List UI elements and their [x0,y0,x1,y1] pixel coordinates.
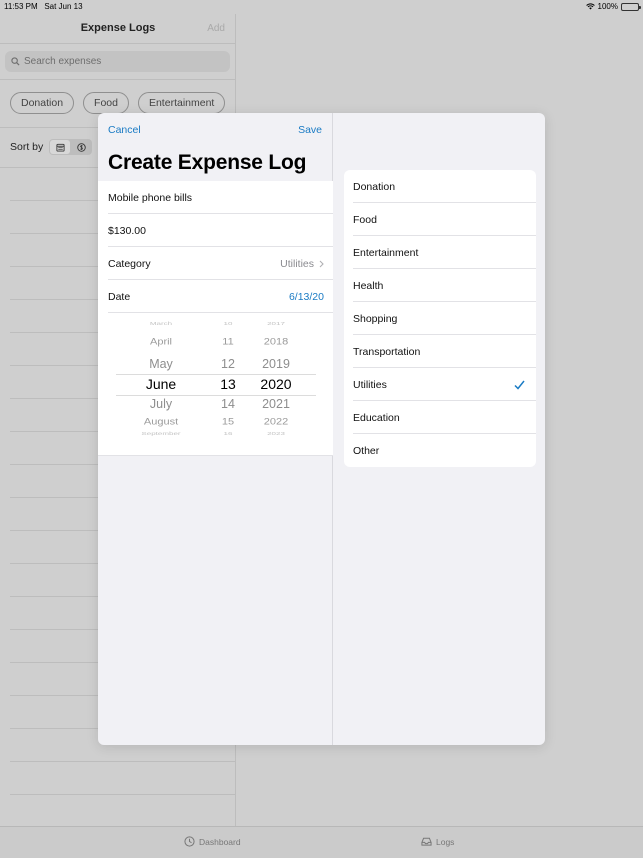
tray-icon [421,837,432,846]
status-time: 11:53 PM Sat Jun 13 [4,2,83,11]
picker-month-option[interactable]: September [116,431,206,436]
amount-field[interactable]: $130.00 [98,214,333,247]
picker-day-option[interactable]: 10 [208,321,248,326]
battery-percent: 100% [597,2,618,11]
sort-label: Sort by [10,141,44,153]
picker-day-option[interactable]: 13 [208,376,248,392]
chevron-right-icon [319,260,324,267]
expense-form-pane: Cancel Save Create Expense Log Mobile ph… [98,113,333,745]
picker-year-option[interactable]: 2018 [250,337,302,347]
search-placeholder: Search expenses [24,56,102,67]
category-option-entertainment[interactable]: Entertainment [344,236,536,269]
category-option-education[interactable]: Education [344,401,536,434]
category-list: Donation Food Entertainment Health Shopping T… [344,170,536,467]
picker-day-option[interactable]: 16 [208,431,248,436]
category-option-donation[interactable]: Donation [344,170,536,203]
save-button[interactable]: Save [298,124,322,136]
category-row[interactable]: Category Utilities [98,247,333,280]
category-option-label: Health [353,279,384,292]
category-option-shopping[interactable]: Shopping [344,302,536,335]
category-value-wrap: Utilities [280,258,324,270]
sort-by-date-segment[interactable] [50,140,71,154]
category-option-food[interactable]: Food [344,203,536,236]
picker-day-option[interactable]: 11 [208,337,248,347]
add-button[interactable]: Add [207,23,225,34]
sort-by-amount-segment[interactable] [71,140,91,154]
picker-month-option[interactable]: March [116,321,206,326]
picker-year-option[interactable]: 2020 [250,376,302,392]
name-field[interactable]: Mobile phone bills [98,181,333,214]
category-option-label: Shopping [353,312,398,325]
picker-day-option[interactable]: 12 [208,357,248,371]
sort-row: Sort by [10,139,93,155]
page-title: Create Expense Log [108,151,307,174]
category-option-label: Other [353,444,380,457]
create-expense-modal: Cancel Save Create Expense Log Mobile ph… [98,113,545,745]
picker-day-option[interactable]: 14 [208,397,248,411]
category-option-transportation[interactable]: Transportation [344,335,536,368]
category-option-label: Education [353,411,400,424]
status-bar: 11:53 PM Sat Jun 13 100% [0,0,643,14]
tab-dashboard-label: Dashboard [199,836,241,847]
date-value: 6/13/20 [288,290,324,303]
category-picker-pane: Donation Food Entertainment Health Shopping T… [334,113,545,745]
year-wheel[interactable]: 2017 2018 2019 2020 2021 2022 2023 [250,313,302,455]
battery-icon [621,2,641,11]
picker-month-option[interactable]: May [116,357,206,371]
clock-icon [184,836,195,847]
search-input[interactable]: Search expenses [5,51,230,72]
tab-logs[interactable]: Logs [421,836,454,847]
category-option-label: Utilities [353,378,387,391]
divider [0,79,236,80]
list-item[interactable] [10,795,236,828]
category-option-utilities[interactable]: Utilities [344,368,536,401]
picker-month-option[interactable]: April [116,337,206,347]
picker-day-option[interactable]: 15 [208,417,248,427]
category-option-label: Donation [353,180,396,193]
list-title: Expense Logs [80,22,156,34]
chip-donation[interactable]: Donation [10,92,75,114]
chip-entertainment[interactable]: Entertainment [137,92,226,114]
category-value: Utilities [280,257,314,270]
list-header: Expense Logs Add [0,14,235,44]
sort-segmented-control [49,139,93,155]
category-option-label: Food [353,213,377,226]
status-right: 100% [585,2,641,11]
day-wheel[interactable]: 10 11 12 13 14 15 16 [208,313,248,455]
chip-food[interactable]: Food [83,92,129,114]
date-picker[interactable]: March April May June July August September 10 1… [98,313,333,456]
category-label: Category [108,257,151,270]
category-chips: Donation Food Entertainment [10,92,226,114]
picker-month-option[interactable]: August [116,417,206,427]
tab-bar: Dashboard Logs [0,826,643,858]
picker-year-option[interactable]: 2019 [250,357,302,371]
category-option-other[interactable]: Other [344,434,536,467]
wifi-icon [585,3,595,10]
list-item[interactable] [10,762,236,795]
amount-value: $130.00 [108,224,146,237]
expense-form: Mobile phone bills $130.00 Category Util… [98,181,333,456]
category-option-label: Entertainment [353,246,419,259]
picker-month-option[interactable]: June [116,376,206,392]
picker-month-option[interactable]: July [116,397,206,411]
name-value: Mobile phone bills [108,191,193,204]
tab-logs-label: Logs [436,836,455,847]
date-label: Date [108,290,131,303]
dollar-icon [77,142,86,152]
picker-year-option[interactable]: 2022 [250,417,302,427]
search-icon [11,57,20,66]
tab-dashboard[interactable]: Dashboard [184,836,241,847]
picker-year-option[interactable]: 2023 [250,431,302,436]
picker-year-option[interactable]: 2017 [250,321,302,326]
category-option-label: Transportation [353,345,421,358]
date-row[interactable]: Date 6/13/20 [98,280,333,313]
month-wheel[interactable]: March April May June July August September [116,313,206,455]
cancel-button[interactable]: Cancel [108,124,141,136]
picker-year-option[interactable]: 2021 [250,397,302,411]
calendar-icon [56,143,65,152]
checkmark-icon [514,380,525,390]
category-option-health[interactable]: Health [344,269,536,302]
